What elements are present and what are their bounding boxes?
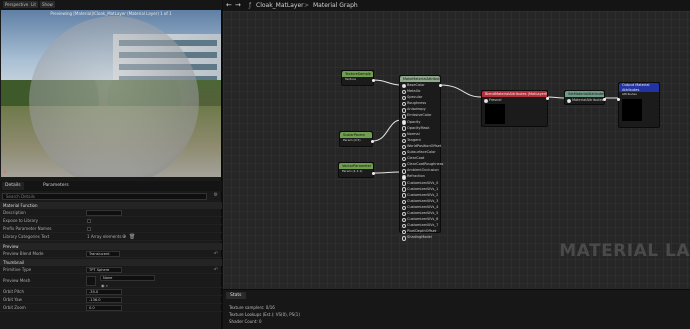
lit-button[interactable]: Lit — [29, 1, 38, 8]
output-pin[interactable] — [372, 79, 375, 82]
section-preview[interactable]: Preview — [0, 243, 222, 250]
breadcrumb-root[interactable]: Cloak_MatLayer — [256, 1, 304, 10]
material-graph-canvas[interactable]: TextureSample Texture MakeMaterialAttrib… — [223, 11, 690, 317]
material-editor: Perspective Lit Show Previewing [Materia… — [0, 0, 690, 329]
forward-arrow-icon[interactable]: → — [235, 1, 241, 10]
trash-icon[interactable]: 🗑 — [129, 233, 135, 241]
node-set-material-attributes[interactable]: SetMaterialAttributes MaterialAttributes — [564, 90, 606, 105]
stats-panel: Stats Texture samplers: 0/16 Texture Loo… — [223, 289, 690, 329]
perspective-button[interactable]: Perspective — [3, 1, 31, 8]
output-pin[interactable] — [546, 96, 549, 100]
left-panel: Perspective Lit Show Previewing [Materia… — [0, 0, 222, 329]
expose-to-library-checkbox[interactable] — [87, 219, 91, 223]
preview-mesh-dropdown[interactable]: None — [100, 275, 155, 281]
reset-arrow-icon[interactable]: ↶ — [214, 266, 218, 274]
preview-blend-mode-dropdown[interactable]: Translucent — [86, 251, 120, 257]
stats-line: Texture samplers: 0/16 — [229, 305, 275, 310]
node-preview-swatch — [622, 99, 642, 121]
function-icon: ƒ — [249, 2, 252, 9]
node-title: Output Material Attributes — [619, 83, 659, 92]
stats-line: Shader Count: 0 — [229, 319, 262, 324]
axis-gizmo-icon: z — [4, 169, 7, 174]
node-vector-parameter[interactable]: VectorParameter Param (1,1,1) — [338, 162, 375, 178]
node-scalar-parameter[interactable]: ScalarParam Param (0.5) — [339, 131, 374, 147]
output-pin[interactable] — [603, 97, 606, 101]
view-options-icon[interactable]: ⚙ — [214, 192, 218, 198]
primitive-type-dropdown[interactable]: TPT Sphere — [86, 267, 122, 273]
viewport-toolbar: Perspective Lit Show — [0, 0, 222, 10]
back-arrow-icon[interactable]: ← — [226, 1, 232, 10]
property-orbit-yaw: Orbit Yaw -136.0 — [0, 296, 222, 304]
output-pin[interactable] — [371, 140, 374, 143]
property-primitive-type: Primitive Type TPT Sphere ↶ — [0, 266, 222, 274]
description-field[interactable] — [86, 210, 122, 216]
pin-shading-model[interactable]: ShadingModel — [400, 234, 440, 241]
node-make-material-attributes[interactable]: MakeMaterialAttributes BaseColor Metalli… — [399, 75, 443, 241]
show-button[interactable]: Show — [40, 1, 55, 8]
pin-material-attributes[interactable]: MaterialAttributes — [565, 97, 604, 104]
property-preview-mesh: Preview Mesh None ◉ ⌕ — [0, 274, 222, 288]
input-pin[interactable] — [617, 98, 620, 101]
stats-line: Texture Lookups (Est.): VS(0), PS(1) — [229, 312, 300, 317]
node-texture-sample[interactable]: TextureSample Texture — [341, 70, 375, 86]
viewport-caption: Previewing [Material]/Cloak_MatLayer (Ma… — [50, 11, 172, 16]
details-tabbar: Details Parameters — [0, 181, 222, 191]
output-pin[interactable] — [372, 172, 375, 175]
pin-fresnel[interactable]: Fresnel — [482, 97, 547, 104]
output-pin[interactable] — [439, 84, 442, 87]
reset-arrow-icon[interactable]: ↶ — [214, 250, 218, 258]
node-output-material-attributes[interactable]: Output Material Attributes Attributes — [617, 82, 660, 128]
section-thumbnail[interactable]: Thumbnail — [0, 259, 222, 266]
preview-sphere — [29, 16, 199, 177]
graph-panel: ← → ƒ Cloak_MatLayer > Material Graph Te… — [223, 0, 690, 329]
preview-viewport[interactable]: Previewing [Material]/Cloak_MatLayer (Ma… — [1, 10, 221, 177]
mesh-thumbnail — [86, 276, 96, 286]
graph-watermark: MATERIAL LA — [559, 241, 690, 261]
orbit-zoom-field[interactable]: 0.0 — [86, 305, 122, 311]
property-library-categories: Library Categories Text 1 Array elements… — [0, 233, 222, 241]
node-wires — [372, 79, 618, 174]
property-orbit-zoom: Orbit Zoom 0.0 — [0, 304, 222, 312]
graph-toolbar: ← → ƒ Cloak_MatLayer > Material Graph — [223, 0, 690, 11]
orbit-pitch-field[interactable]: -35.0 — [86, 289, 122, 295]
node-blend-attributes[interactable]: BlendMaterialAttributes (MatLayerBlend) … — [481, 90, 549, 127]
breadcrumb-leaf[interactable]: Material Graph — [313, 1, 358, 10]
breadcrumb-separator: > — [304, 2, 310, 9]
tab-stats[interactable]: Stats — [226, 292, 246, 299]
property-prefix-parameter-names: Prefix Parameter Names — [0, 225, 222, 233]
add-element-icon[interactable]: ⊕ — [122, 233, 126, 241]
property-expose-to-library: Expose to Library — [0, 217, 222, 225]
details-search-input[interactable]: Search Details — [2, 193, 207, 200]
section-material-function[interactable]: Material Function — [0, 202, 222, 209]
node-preview-swatch — [485, 104, 505, 124]
tab-parameters[interactable]: Parameters — [40, 182, 72, 190]
property-description: Description — [0, 209, 222, 217]
tab-details[interactable]: Details — [2, 182, 24, 190]
property-orbit-pitch: Orbit Pitch -35.0 — [0, 288, 222, 296]
prefix-parameter-names-checkbox[interactable] — [87, 227, 91, 231]
orbit-yaw-field[interactable]: -136.0 — [86, 297, 122, 303]
details-search-row: Search Details ⚙ — [0, 192, 222, 201]
property-preview-blend-mode: Preview Blend Mode Translucent ↶ — [0, 250, 222, 258]
